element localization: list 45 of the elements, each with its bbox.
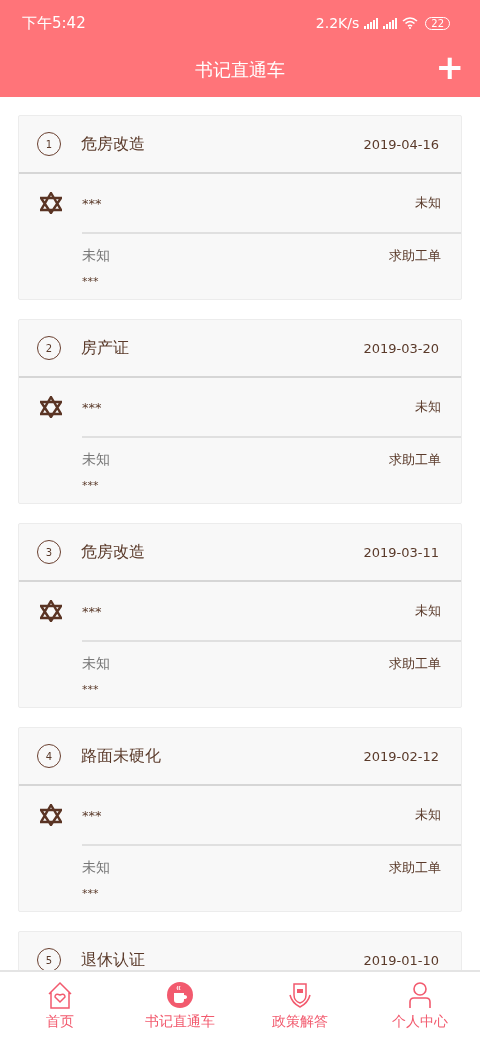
ticket-date: 2019-02-12	[363, 748, 439, 764]
ticket-type: 求助工单	[389, 859, 441, 877]
network-speed: 2.2K/s	[315, 15, 360, 31]
category-text: 未知	[82, 655, 110, 673]
signal-icon	[364, 17, 379, 29]
star-icon	[40, 396, 62, 418]
status-text: 未知	[415, 194, 441, 212]
requester-name: ***	[82, 603, 102, 619]
ticket-title: 危房改造	[81, 541, 146, 563]
category-text: 未知	[82, 859, 110, 877]
ticket-title: 危房改造	[81, 133, 146, 155]
ticket-title: 退休认证	[81, 949, 146, 970]
ticket-title: 房产证	[81, 337, 130, 359]
status-text: 未知	[415, 398, 441, 416]
wifi-icon	[402, 17, 419, 29]
requester-name: ***	[82, 399, 102, 415]
ticket-type: 求助工单	[389, 451, 441, 469]
status-text: 未知	[415, 806, 441, 824]
requester-name: ***	[82, 807, 102, 823]
ticket-date: 2019-04-16	[363, 136, 439, 152]
ticket-card[interactable]: 2 房产证 2019-03-20 *** 未知 未知 求助工单 ***	[18, 319, 462, 504]
status-time: 下午5:42	[22, 13, 86, 33]
status-text: 未知	[415, 602, 441, 620]
category-text: 未知	[82, 451, 110, 469]
requester-name: ***	[82, 195, 102, 211]
ticket-note: ***	[82, 478, 100, 494]
page-title: 书记直通车	[195, 57, 285, 82]
category-text: 未知	[82, 247, 110, 265]
signal-icon	[383, 17, 398, 29]
ticket-date: 2019-03-20	[363, 340, 439, 356]
ticket-note: ***	[82, 682, 100, 698]
star-icon	[40, 804, 62, 826]
ticket-note: ***	[82, 886, 100, 902]
ticket-title: 路面未硬化	[81, 745, 162, 767]
ticket-note: ***	[82, 274, 100, 290]
ticket-card[interactable]: 3 危房改造 2019-03-11 *** 未知 未知 求助工单 ***	[18, 523, 462, 708]
star-icon	[40, 192, 62, 214]
ticket-date: 2019-03-11	[363, 544, 439, 560]
ticket-type: 求助工单	[389, 655, 441, 673]
ticket-card[interactable]: 5 退休认证 2019-01-10	[18, 931, 462, 970]
ticket-card[interactable]: 4 路面未硬化 2019-02-12 *** 未知 未知 求助工单 ***	[18, 727, 462, 912]
ticket-type: 求助工单	[389, 247, 441, 265]
ticket-card[interactable]: 1 危房改造 2019-04-16 *** 未知 未知 求助工单 ***	[18, 115, 462, 300]
ticket-date: 2019-01-10	[363, 952, 439, 968]
star-icon	[40, 600, 62, 622]
